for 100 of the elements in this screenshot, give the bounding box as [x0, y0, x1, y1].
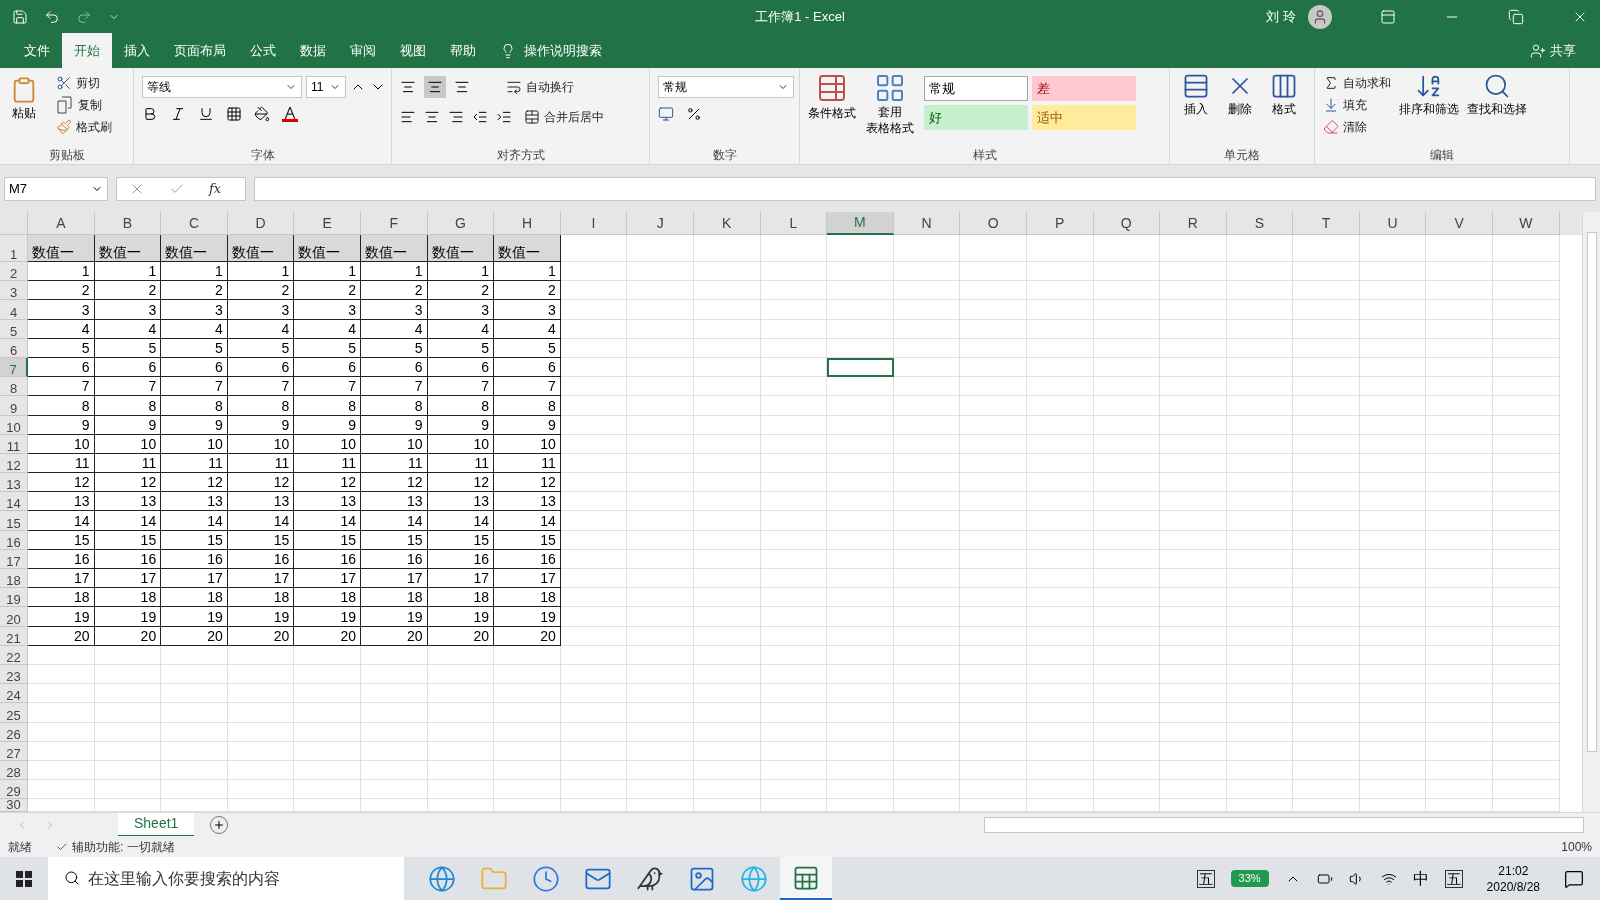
row-header[interactable]: 3 — [0, 281, 28, 301]
font-name-field[interactable]: 等线 — [142, 76, 302, 98]
row-header[interactable]: 22 — [0, 645, 28, 665]
ribbon-tab[interactable]: 公式 — [238, 33, 288, 68]
clock-date[interactable]: 2020/8/28 — [1486, 878, 1540, 895]
column-header[interactable]: T — [1293, 212, 1360, 235]
column-header[interactable]: J — [627, 212, 694, 235]
row-header[interactable]: 14 — [0, 492, 28, 512]
ribbon-tab[interactable]: 页面布局 — [162, 33, 238, 68]
row-header[interactable]: 11 — [0, 434, 28, 454]
italic-icon[interactable] — [170, 106, 186, 122]
paste-button[interactable]: 粘贴 — [4, 72, 44, 122]
row-header[interactable]: 4 — [0, 300, 28, 320]
fill-button[interactable]: 填充 — [1319, 94, 1395, 116]
font-size-field[interactable]: 11 — [306, 76, 346, 98]
row-header[interactable]: 6 — [0, 338, 28, 358]
vertical-scrollbar[interactable] — [1582, 212, 1600, 812]
accounting-format-icon[interactable] — [658, 106, 674, 122]
insert-button[interactable]: 插入 — [1174, 72, 1218, 118]
sort-filter-button[interactable]: 排序和筛选 — [1395, 72, 1463, 118]
column-header[interactable]: M — [827, 212, 894, 235]
taskbar-search-field[interactable]: 在这里输入你要搜索的内容 — [48, 857, 404, 900]
notifications-icon[interactable] — [1564, 868, 1584, 889]
align-left-icon[interactable] — [400, 109, 416, 125]
align-bottom-icon[interactable] — [454, 79, 470, 95]
save-icon[interactable] — [12, 8, 28, 25]
row-header[interactable]: 7 — [0, 357, 28, 378]
ribbon-tab[interactable]: 文件 — [12, 33, 62, 68]
row-header[interactable]: 8 — [0, 377, 28, 397]
undo-icon[interactable] — [44, 8, 60, 25]
copy-button[interactable]: 复制 — [52, 94, 116, 116]
ribbon-tab[interactable]: 视图 — [388, 33, 438, 68]
active-cell[interactable] — [827, 357, 894, 378]
row-header[interactable]: 27 — [0, 741, 28, 761]
row-header[interactable]: 9 — [0, 396, 28, 416]
ime-indicator[interactable]: 五 — [1196, 869, 1215, 888]
align-right-icon[interactable] — [448, 109, 464, 125]
taskbar-app[interactable] — [780, 857, 832, 900]
row-header[interactable]: 15 — [0, 511, 28, 531]
row-header[interactable]: 25 — [0, 703, 28, 723]
row-header[interactable]: 20 — [0, 607, 28, 627]
row-header[interactable]: 1 — [0, 235, 28, 262]
align-top-icon[interactable] — [400, 79, 416, 95]
row-header[interactable]: 12 — [0, 453, 28, 474]
table-format-button[interactable]: 套用 表格格式 — [860, 72, 920, 136]
restore-icon[interactable] — [1508, 8, 1524, 25]
share-button[interactable]: 共享 — [1530, 33, 1588, 68]
row-header[interactable]: 2 — [0, 262, 28, 282]
conditional-format-button[interactable]: 条件格式 — [804, 72, 860, 122]
autosum-button[interactable]: 自动求和 — [1319, 72, 1395, 94]
row-header[interactable]: 10 — [0, 415, 28, 435]
align-middle-button[interactable] — [424, 76, 446, 98]
row-header[interactable]: 19 — [0, 588, 28, 608]
row-header[interactable]: 24 — [0, 684, 28, 704]
percent-icon[interactable] — [686, 106, 702, 122]
row-header[interactable]: 18 — [0, 569, 28, 589]
increase-indent-icon[interactable] — [496, 109, 512, 125]
row-header[interactable]: 16 — [0, 530, 28, 550]
find-select-button[interactable]: 查找和选择 — [1463, 72, 1531, 118]
row-header[interactable]: 17 — [0, 549, 28, 569]
avatar-icon[interactable] — [1308, 4, 1332, 29]
ribbon-tab[interactable]: 审阅 — [338, 33, 388, 68]
column-header[interactable]: W — [1493, 212, 1560, 235]
column-header[interactable]: S — [1226, 212, 1294, 235]
cell-style-swatch[interactable]: 常规 — [924, 76, 1028, 101]
insert-function-button[interactable]: fx — [209, 178, 222, 199]
column-header[interactable]: K — [693, 212, 761, 235]
cell-style-swatch[interactable]: 适中 — [1032, 105, 1136, 130]
align-center-icon[interactable] — [424, 109, 440, 125]
clock-time[interactable]: 21:02 — [1498, 862, 1529, 879]
row-header[interactable]: 21 — [0, 626, 28, 646]
row-header[interactable]: 5 — [0, 319, 28, 339]
cut-button[interactable]: 剪切 — [52, 72, 116, 94]
scrollbar-thumb[interactable] — [1586, 232, 1597, 752]
column-header[interactable]: O — [960, 212, 1027, 235]
tell-me-search[interactable]: 操作说明搜索 — [500, 33, 602, 68]
language-indicator[interactable]: 中 — [1412, 866, 1429, 891]
ribbon-tab[interactable]: 插入 — [112, 33, 162, 68]
wrap-text-button[interactable]: 自动换行 — [502, 76, 578, 98]
row-header[interactable]: 13 — [0, 473, 28, 493]
borders-icon[interactable] — [226, 106, 242, 122]
row-header[interactable]: 30 — [0, 799, 28, 812]
column-header[interactable]: N — [893, 212, 961, 235]
row-header[interactable]: 28 — [0, 760, 28, 781]
formula-input[interactable] — [254, 176, 1596, 201]
cell-style-swatch[interactable]: 好 — [924, 105, 1028, 130]
accessibility-status[interactable]: 辅助功能: 一切就绪 — [72, 837, 175, 856]
bold-icon[interactable] — [142, 106, 158, 122]
clear-button[interactable]: 清除 — [1319, 116, 1395, 138]
merge-center-button[interactable]: 合并后居中 — [520, 106, 608, 128]
font-color-icon[interactable] — [282, 106, 298, 122]
zoom-level[interactable]: 100% — [1561, 837, 1592, 856]
row-header[interactable]: 29 — [0, 780, 28, 800]
column-header[interactable]: R — [1160, 212, 1227, 235]
column-header[interactable]: U — [1359, 212, 1427, 235]
number-format-field[interactable]: 常规 — [658, 76, 794, 98]
sheet-tab[interactable]: Sheet1 — [118, 812, 195, 837]
ribbon-tab[interactable]: 数据 — [288, 33, 338, 68]
horizontal-scrollbar[interactable] — [984, 816, 1584, 833]
name-box[interactable]: M7 — [4, 176, 108, 201]
